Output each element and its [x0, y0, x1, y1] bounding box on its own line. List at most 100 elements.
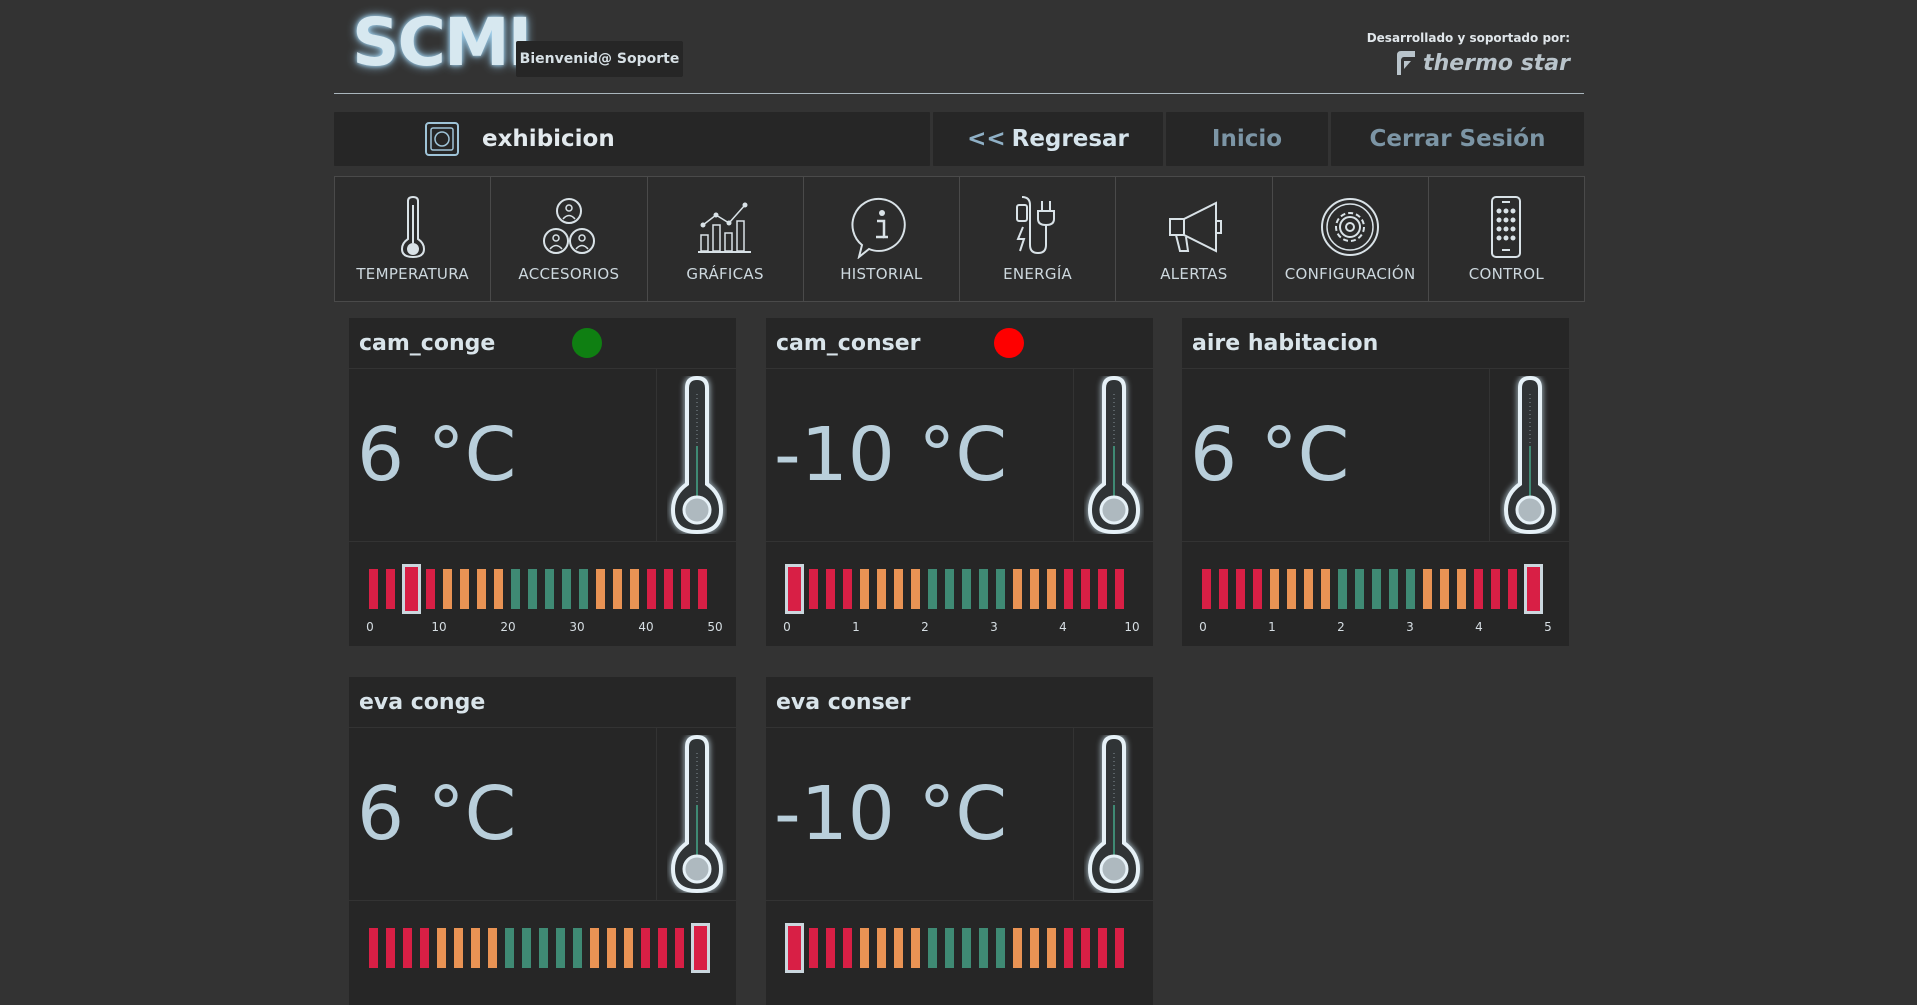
sensor-card[interactable]: eva conge 6 °C: [349, 677, 736, 1005]
gauge-bar: [386, 928, 395, 968]
gauge-bar: [369, 569, 378, 609]
menu-item-graficas[interactable]: GRÁFICAS: [646, 176, 804, 302]
back-button[interactable]: << Regresar: [933, 112, 1163, 166]
menu-item-configuracion[interactable]: CONFIGURACIÓN: [1271, 176, 1429, 302]
gauge-bar: [1474, 569, 1483, 609]
temperature-value: -10 °C: [774, 412, 1008, 498]
thermometer-icon: [400, 195, 425, 259]
menu-item-alertas[interactable]: ALERTAS: [1115, 176, 1273, 302]
gauge-tick-label: 4: [1059, 620, 1067, 634]
sensor-card[interactable]: cam_conser -10 °C 0 1 2 3 4 10: [766, 318, 1153, 646]
gauge-bar: [894, 928, 903, 968]
location-name: exhibicion: [482, 126, 615, 152]
gauge-bar: [386, 569, 395, 609]
gauge-bar: [860, 928, 869, 968]
gauge-bar: [641, 928, 650, 968]
gauge-bar: [1098, 569, 1107, 609]
temperature-value: 6 °C: [357, 771, 517, 857]
sensor-card[interactable]: cam_conge 6 °C 0 10 20 30 40 50: [349, 318, 736, 646]
menu-item-energia[interactable]: ENERGÍA: [959, 176, 1117, 302]
gauge-tick-label: 5: [1544, 620, 1552, 634]
sensor-card[interactable]: aire habitacion 6 °C 0 1 2 3 4 5: [1182, 318, 1569, 646]
gear-icon: [1321, 198, 1380, 256]
gauge-bar: [996, 928, 1005, 968]
gauge-bar: [471, 928, 480, 968]
gauge-bar: [1321, 569, 1330, 609]
card-body: 6 °C: [349, 728, 736, 901]
gauge-bar: [1013, 569, 1022, 609]
thermometer-icon: [1086, 735, 1141, 893]
gauge-tick-label: 10: [1124, 620, 1140, 634]
gauge-bar: [877, 569, 886, 609]
gauge-bar: [1081, 928, 1090, 968]
gauge-bar: [369, 928, 378, 968]
location-title: exhibicion: [334, 112, 930, 166]
gauge-bar: [877, 928, 886, 968]
gauge-bar: [979, 569, 988, 609]
brand-name: thermo star: [1423, 50, 1570, 76]
card-header: aire habitacion: [1182, 318, 1569, 369]
gauge-ticks: 0 1 2 3 4 5: [1182, 620, 1569, 636]
gauge-bar: [928, 928, 937, 968]
thermometer-cell: [1073, 369, 1153, 541]
card-header: eva conser: [766, 677, 1153, 728]
gauge-bar: [911, 928, 920, 968]
gauge-bar: [488, 928, 497, 968]
gauge-bar: [511, 569, 520, 609]
gauge-bar-selected: [691, 923, 710, 973]
brand-logo: thermo star: [1367, 49, 1570, 77]
gauge-bar: [681, 569, 690, 609]
gauge-bar: [1047, 928, 1056, 968]
info-icon: [851, 197, 907, 259]
sensor-name: aire habitacion: [1192, 330, 1379, 356]
thermometer-icon: [669, 735, 724, 893]
menu-item-accesorios[interactable]: ACCESORIOS: [490, 176, 648, 302]
level-gauge: [349, 901, 736, 1005]
gauge-bar: [539, 928, 548, 968]
gauge-bar: [664, 569, 673, 609]
store-icon: [425, 122, 459, 156]
gauge-bar: [1030, 569, 1039, 609]
menu-item-historial[interactable]: HISTORIAL: [802, 176, 960, 302]
gauge-bar: [545, 569, 554, 609]
gauge-bar: [945, 928, 954, 968]
logout-button[interactable]: Cerrar Sesión: [1331, 112, 1584, 166]
menu-item-control[interactable]: CONTROL: [1427, 176, 1585, 302]
back-label: Regresar: [1011, 126, 1129, 152]
gauge-bar: [1338, 569, 1347, 609]
gauge-bar: [573, 928, 582, 968]
gauge-bar: [556, 928, 565, 968]
gauge-bar: [443, 569, 452, 609]
gauge-bar: [826, 569, 835, 609]
gauge-tick-label: 4: [1475, 620, 1483, 634]
menu-item-temperatura[interactable]: TEMPERATURA: [334, 176, 492, 302]
gauge-bar: [1491, 569, 1500, 609]
gauge-ticks: 0 10 20 30 40 50: [349, 620, 736, 636]
gauge-bar: [494, 569, 503, 609]
gauge-bar: [528, 569, 537, 609]
gauge-bar: [962, 569, 971, 609]
brand-block: Desarrollado y soportado por: thermo sta…: [1367, 31, 1570, 77]
gauge-bar: [1064, 569, 1073, 609]
gauge-bar: [826, 928, 835, 968]
level-gauge: 0 1 2 3 4 10: [766, 542, 1153, 646]
sensor-card[interactable]: eva conser -10 °C: [766, 677, 1153, 1005]
temperature-value: 6 °C: [1190, 412, 1350, 498]
gauge-bar: [1406, 569, 1415, 609]
gauge-bar: [477, 569, 486, 609]
main-menu: TEMPERATURA ACCESORIOS GRÁFICAS HISTORIA…: [334, 176, 1585, 302]
gauge-bar: [437, 928, 446, 968]
home-button[interactable]: Inicio: [1166, 112, 1328, 166]
gauge-bar: [675, 928, 684, 968]
status-indicator-ok: [572, 328, 602, 358]
gauge-tick-label: 1: [1268, 620, 1276, 634]
menu-label: HISTORIAL: [840, 265, 923, 283]
gauge-tick-label: 0: [783, 620, 791, 634]
gauge-bars: [785, 923, 1132, 973]
gauge-bar: [979, 928, 988, 968]
gauge-bars: [785, 564, 1132, 614]
header: SCMI Bienvenid@ Soporte Desarrollado y s…: [334, 0, 1584, 94]
gauge-ticks: 0 1 2 3 4 10: [766, 620, 1153, 636]
sensor-name: cam_conser: [776, 330, 921, 356]
back-arrows: <<: [967, 126, 1006, 152]
